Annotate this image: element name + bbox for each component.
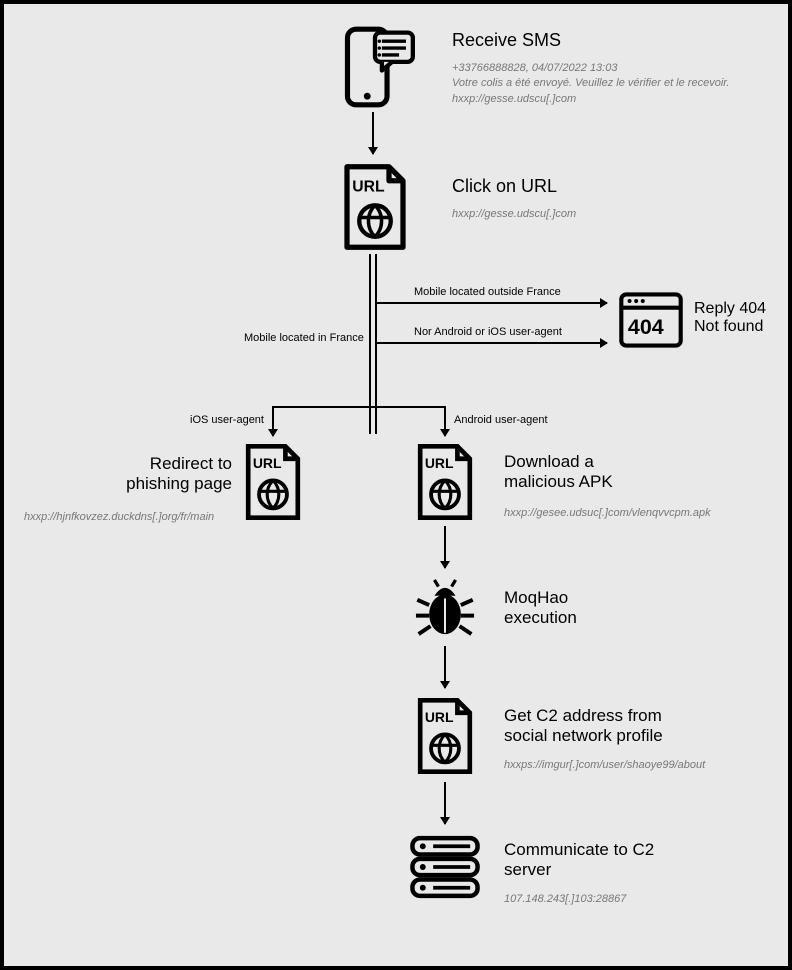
branch-not-android-ios [377, 342, 607, 344]
label-android-ua: Android user-agent [454, 414, 548, 426]
moqhao-title2: execution [504, 608, 577, 628]
bug-icon [412, 576, 478, 642]
svg-text:URL: URL [352, 178, 385, 195]
label-ios-ua: iOS user-agent [190, 414, 264, 426]
svg-text:URL: URL [253, 455, 282, 471]
server-icon [408, 832, 482, 902]
redirect-title2: phishing page [82, 474, 232, 494]
c2addr-sub: hxxps://imgur[.]com/user/shaoye99/about [504, 758, 705, 773]
arrow-to-android [444, 406, 446, 436]
svg-text:URL: URL [425, 455, 454, 471]
arrow-c2addr-to-c2comm [444, 782, 446, 824]
browser-404-icon: 404 [618, 290, 684, 350]
label-not-android-ios: Nor Android or iOS user-agent [414, 326, 562, 338]
svg-text:URL: URL [425, 709, 454, 725]
url-document-icon: URL [340, 162, 410, 252]
arrow-sms-to-url [372, 112, 374, 154]
c2comm-sub: 107.148.243[.]103:28867 [504, 892, 654, 907]
download-apk-sub: hxxp://gesee.udsuc[.]com/vlenqvvcpm.apk [504, 506, 711, 521]
phone-sms-icon [332, 24, 418, 110]
sms-line2: Votre colis a été envoyé. Veuillez le vé… [452, 76, 730, 91]
sms-title: Receive SMS [452, 30, 730, 51]
click-url-title: Click on URL [452, 176, 576, 197]
redirect-title1: Redirect to [82, 454, 232, 474]
svg-text:404: 404 [628, 315, 664, 339]
reply-404-title2: Not found [694, 318, 766, 336]
download-apk-title2: malicious APK [504, 472, 711, 492]
arrow-apk-to-moqhao [444, 526, 446, 568]
c2addr-title2: social network profile [504, 726, 705, 746]
c2comm-title2: server [504, 860, 654, 880]
reply-404-title1: Reply 404 [694, 300, 766, 318]
label-outside-france: Mobile located outside France [414, 286, 561, 298]
sms-line3: hxxp://gesse.udscu[.]com [452, 92, 730, 107]
click-url-sub: hxxp://gesse.udscu[.]com [452, 207, 576, 222]
c2comm-title1: Communicate to C2 [504, 840, 654, 860]
url-document-icon-ios: URL [242, 442, 304, 522]
arrow-to-ios [272, 406, 274, 436]
download-apk-title1: Download a [504, 452, 711, 472]
sms-line1: +33766888828, 04/07/2022 13:03 [452, 61, 730, 76]
url-document-icon-android: URL [414, 442, 476, 522]
split-horizontal [272, 406, 446, 408]
redirect-sub: hxxp://hjnfkovzez.duckdns[.]org/fr/main [24, 510, 214, 525]
branch-outside-france [377, 302, 607, 304]
moqhao-title1: MoqHao [504, 588, 577, 608]
url-document-icon-c2: URL [414, 696, 476, 776]
c2addr-title1: Get C2 address from [504, 706, 705, 726]
label-in-france: Mobile located in France [244, 332, 364, 344]
arrow-moqhao-to-c2addr [444, 646, 446, 688]
